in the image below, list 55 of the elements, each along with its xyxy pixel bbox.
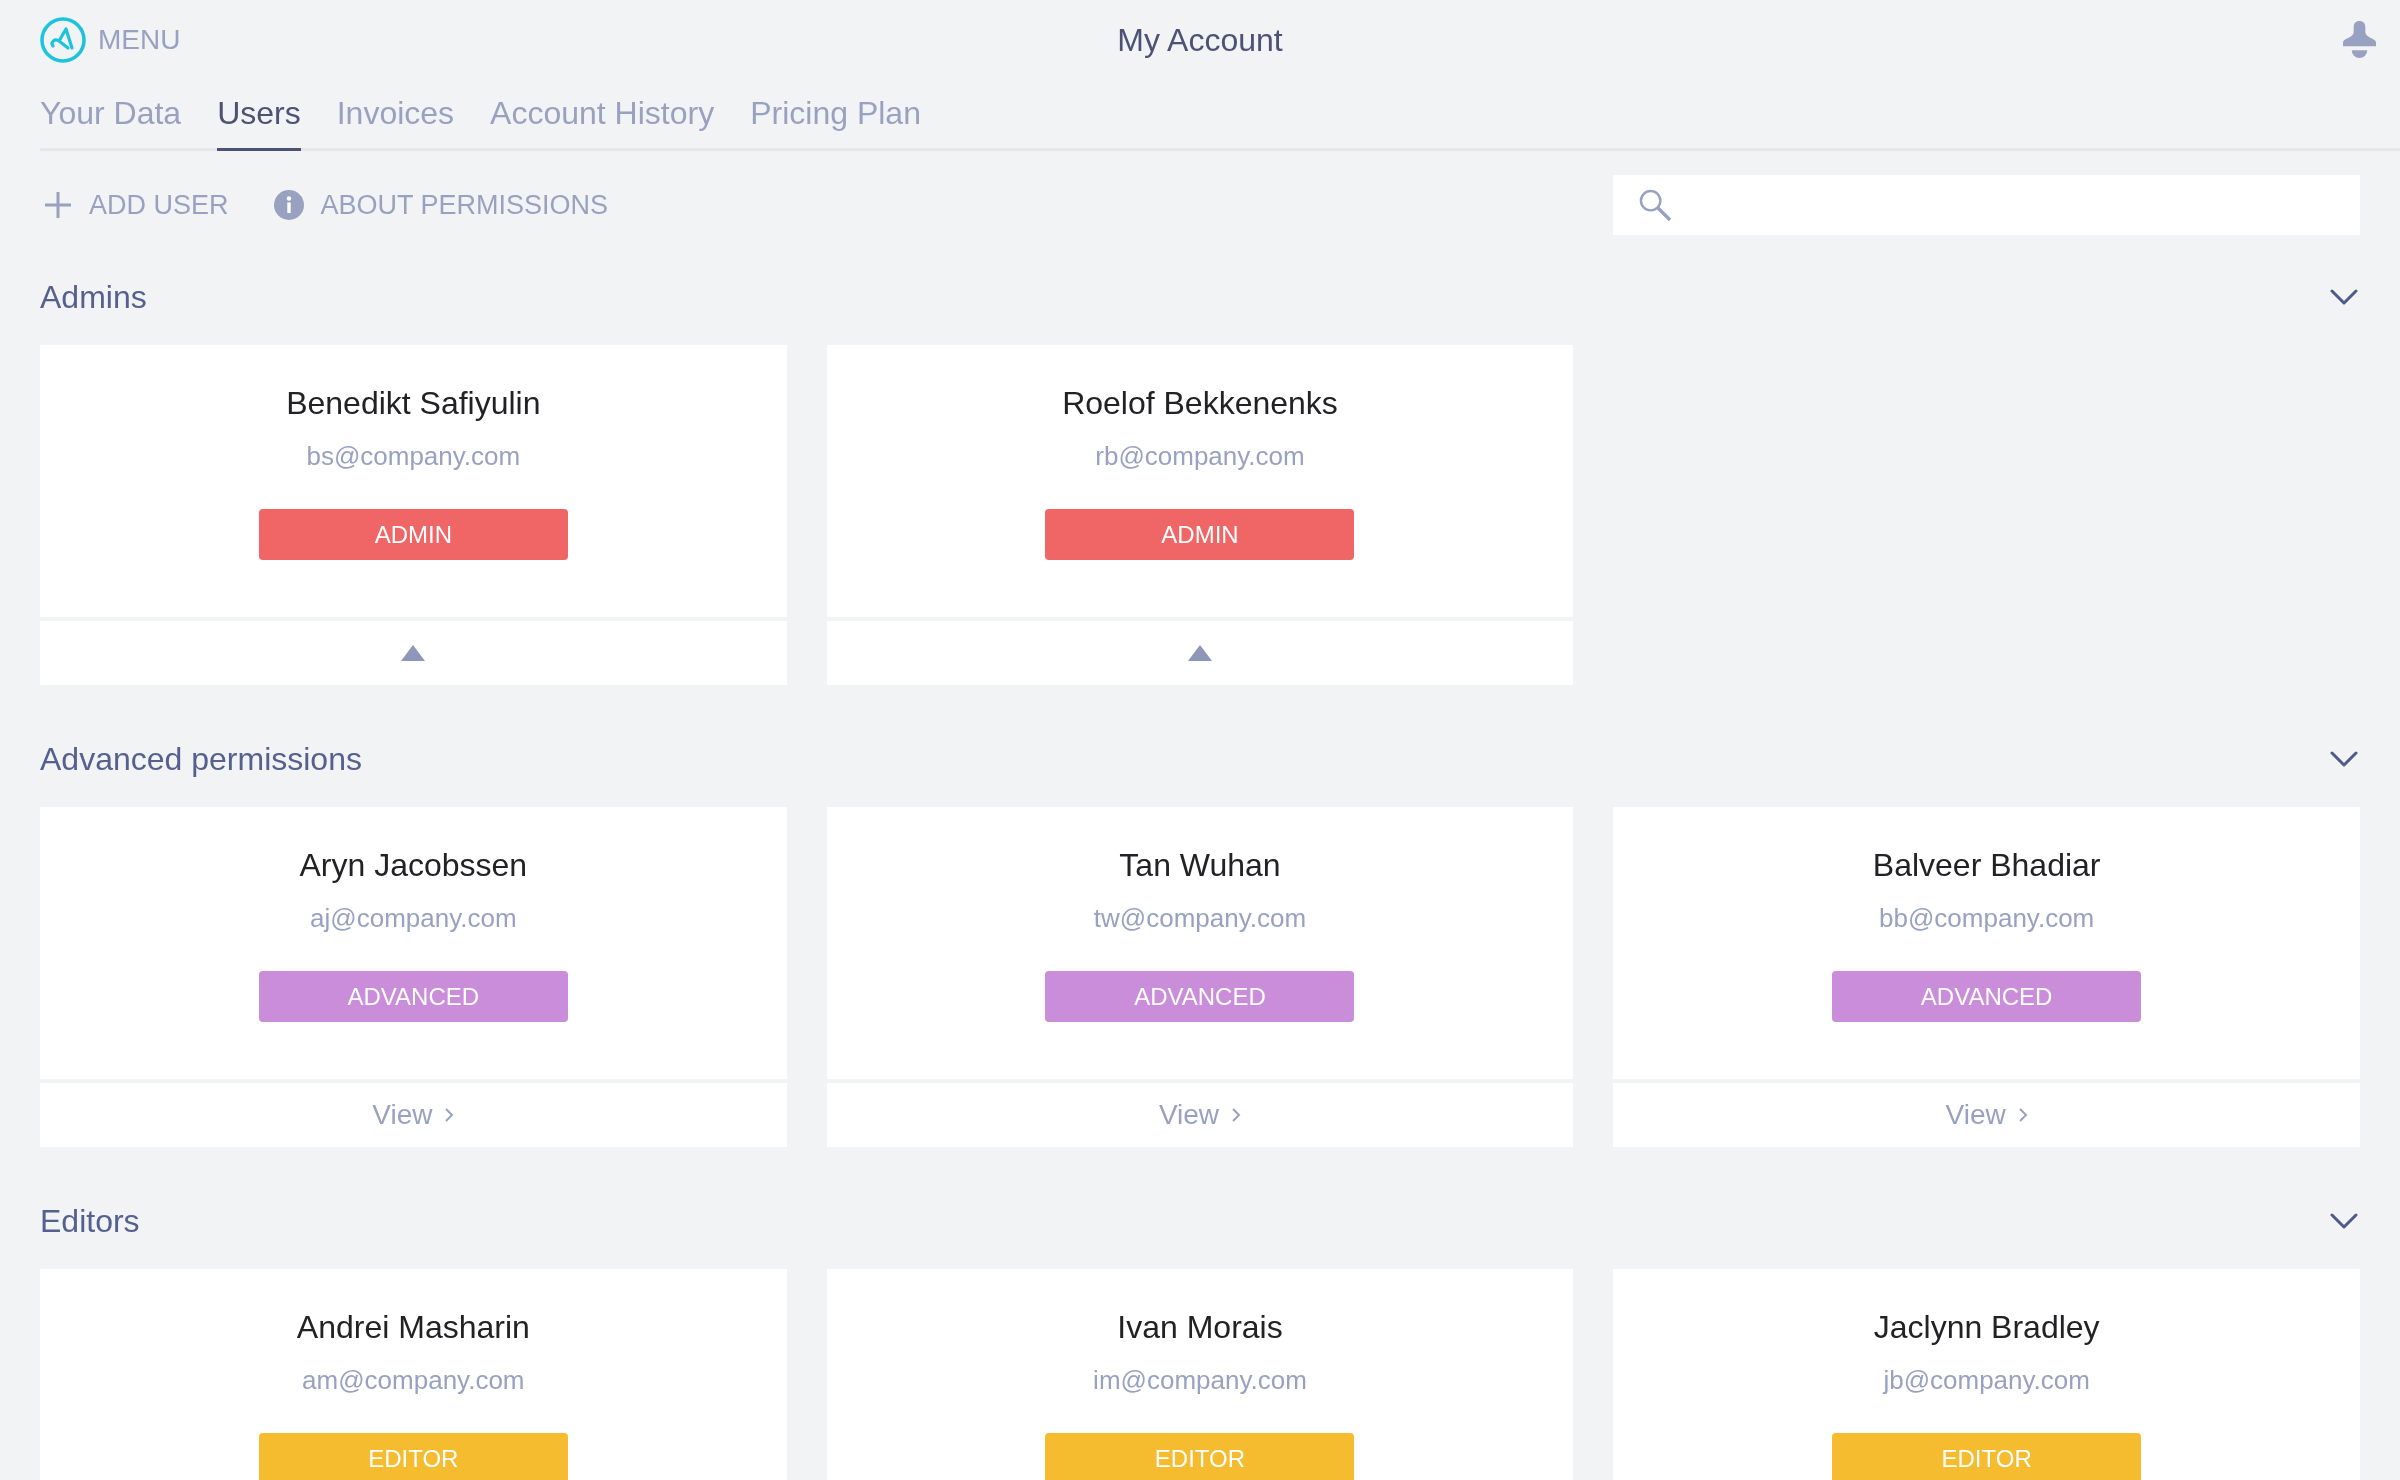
- user-email: rb@company.com: [1095, 440, 1305, 473]
- role-badge: ADMIN: [1045, 509, 1355, 560]
- section-title: Admins: [40, 278, 147, 317]
- user-email: jb@company.com: [1883, 1364, 2090, 1397]
- user-name: Benedikt Safiyulin: [286, 384, 541, 423]
- page-title: My Account: [1117, 21, 1283, 60]
- section-title: Advanced permissions: [40, 740, 362, 779]
- triangle-up-icon: [401, 645, 426, 661]
- tab[interactable]: Invoices: [336, 93, 455, 151]
- user-name: Ivan Morais: [1117, 1308, 1283, 1347]
- chevron-down-icon[interactable]: [2330, 751, 2358, 767]
- view-link[interactable]: View: [1945, 1098, 2028, 1132]
- role-badge: EDITOR: [258, 1433, 568, 1480]
- view-link[interactable]: View: [1158, 1098, 1242, 1132]
- search-icon: [1639, 188, 1673, 222]
- tab[interactable]: Your Data: [40, 93, 182, 151]
- section-title: Editors: [40, 1202, 140, 1241]
- user-name: Roelof Bekkenenks: [1062, 384, 1338, 423]
- chevron-down-icon[interactable]: [2330, 289, 2358, 305]
- user-email: im@company.com: [1093, 1364, 1307, 1397]
- chevron-right-icon: [1231, 1107, 1242, 1123]
- permissions-info-button[interactable]: ABOUT PERMISSIONS: [273, 188, 609, 222]
- plus-icon: [44, 191, 72, 219]
- user-email: bs@company.com: [306, 440, 521, 473]
- menu-button[interactable]: MENU: [40, 17, 181, 63]
- chevron-right-icon: [2017, 1107, 2028, 1123]
- user-name: Andrei Masharin: [296, 1308, 530, 1347]
- role-badge: ADVANCED: [258, 971, 568, 1022]
- role-badge: ADVANCED: [1045, 971, 1355, 1022]
- tab[interactable]: Users: [217, 93, 301, 151]
- bell-icon[interactable]: [2343, 20, 2376, 60]
- search-field[interactable]: [1613, 175, 2360, 235]
- view-link[interactable]: View: [372, 1098, 455, 1132]
- role-badge: EDITOR: [1045, 1433, 1355, 1480]
- user-email: tw@company.com: [1093, 902, 1307, 935]
- tab[interactable]: Account History: [490, 93, 715, 151]
- add-user-button[interactable]: ADD USER: [44, 188, 229, 222]
- role-badge: EDITOR: [1832, 1433, 2142, 1480]
- user-name: Aryn Jacobssen: [299, 846, 528, 885]
- card-toggle-button[interactable]: [826, 621, 1574, 685]
- user-email: bb@company.com: [1879, 902, 2095, 935]
- role-badge: ADMIN: [258, 509, 568, 560]
- card-toggle-button[interactable]: [40, 621, 787, 685]
- logo-icon: [40, 17, 86, 63]
- user-email: aj@company.com: [310, 902, 517, 935]
- user-name: Balveer Bhadiar: [1872, 846, 2101, 885]
- info-icon: [273, 190, 304, 220]
- chevron-right-icon: [444, 1107, 455, 1123]
- user-name: Tan Wuhan: [1119, 846, 1281, 885]
- user-name: Jaclynn Bradley: [1873, 1308, 2100, 1347]
- chevron-down-icon[interactable]: [2330, 1213, 2358, 1229]
- tab[interactable]: Pricing Plan: [750, 93, 921, 151]
- user-email: am@company.com: [302, 1364, 525, 1397]
- role-badge: ADVANCED: [1832, 971, 2142, 1022]
- triangle-up-icon: [1188, 645, 1212, 661]
